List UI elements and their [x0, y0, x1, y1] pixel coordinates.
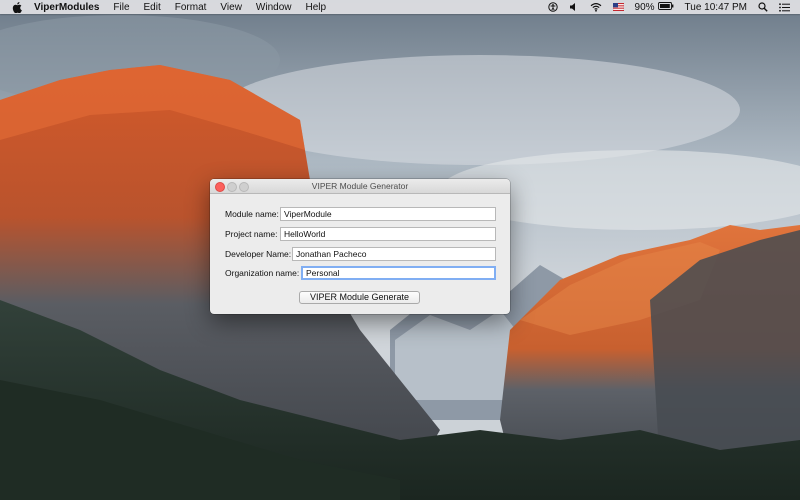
module-name-field[interactable]	[280, 207, 496, 221]
menu-edit[interactable]: Edit	[144, 2, 161, 13]
project-name-field[interactable]	[280, 227, 496, 241]
menu-bar: ViperModules File Edit Format View Windo…	[0, 0, 800, 14]
wifi-icon[interactable]	[590, 2, 602, 12]
volume-icon[interactable]	[569, 2, 579, 12]
menu-file[interactable]: File	[113, 2, 129, 13]
battery-status[interactable]: 90%	[635, 2, 674, 13]
battery-percent: 90%	[634, 1, 655, 13]
battery-icon	[657, 1, 674, 13]
developer-name-field[interactable]	[292, 247, 496, 261]
menu-clock[interactable]: Tue 10:47 PM	[685, 2, 747, 13]
menu-format[interactable]: Format	[175, 2, 207, 13]
apple-icon[interactable]	[12, 1, 22, 13]
generate-button[interactable]: VIPER Module Generate	[299, 291, 420, 304]
developer-name-row: Developer Name:	[225, 247, 497, 261]
organization-name-label: Organization name:	[225, 268, 300, 278]
module-name-row: Module name:	[225, 207, 497, 221]
menu-view[interactable]: View	[220, 2, 242, 13]
project-name-row: Project name:	[225, 227, 497, 241]
module-generator-window: VIPER Module Generator Module name: Proj…	[210, 179, 510, 314]
organization-name-row: Organization name:	[225, 266, 497, 280]
flag-icon[interactable]	[612, 3, 624, 11]
module-name-label: Module name:	[225, 209, 279, 219]
minimize-button[interactable]	[227, 182, 237, 192]
search-icon[interactable]	[758, 2, 768, 12]
project-name-label: Project name:	[225, 229, 278, 239]
zoom-button[interactable]	[239, 182, 249, 192]
menu-window[interactable]: Window	[256, 2, 292, 13]
close-button[interactable]	[215, 182, 225, 192]
organization-name-field[interactable]	[301, 266, 496, 280]
menu-app-name[interactable]: ViperModules	[34, 2, 99, 13]
window-titlebar[interactable]: VIPER Module Generator	[210, 179, 510, 194]
developer-name-label: Developer Name:	[225, 249, 292, 259]
window-title: VIPER Module Generator	[311, 181, 409, 191]
accessibility-icon[interactable]	[547, 2, 558, 12]
list-icon[interactable]	[779, 2, 790, 12]
menu-help[interactable]: Help	[306, 2, 327, 13]
